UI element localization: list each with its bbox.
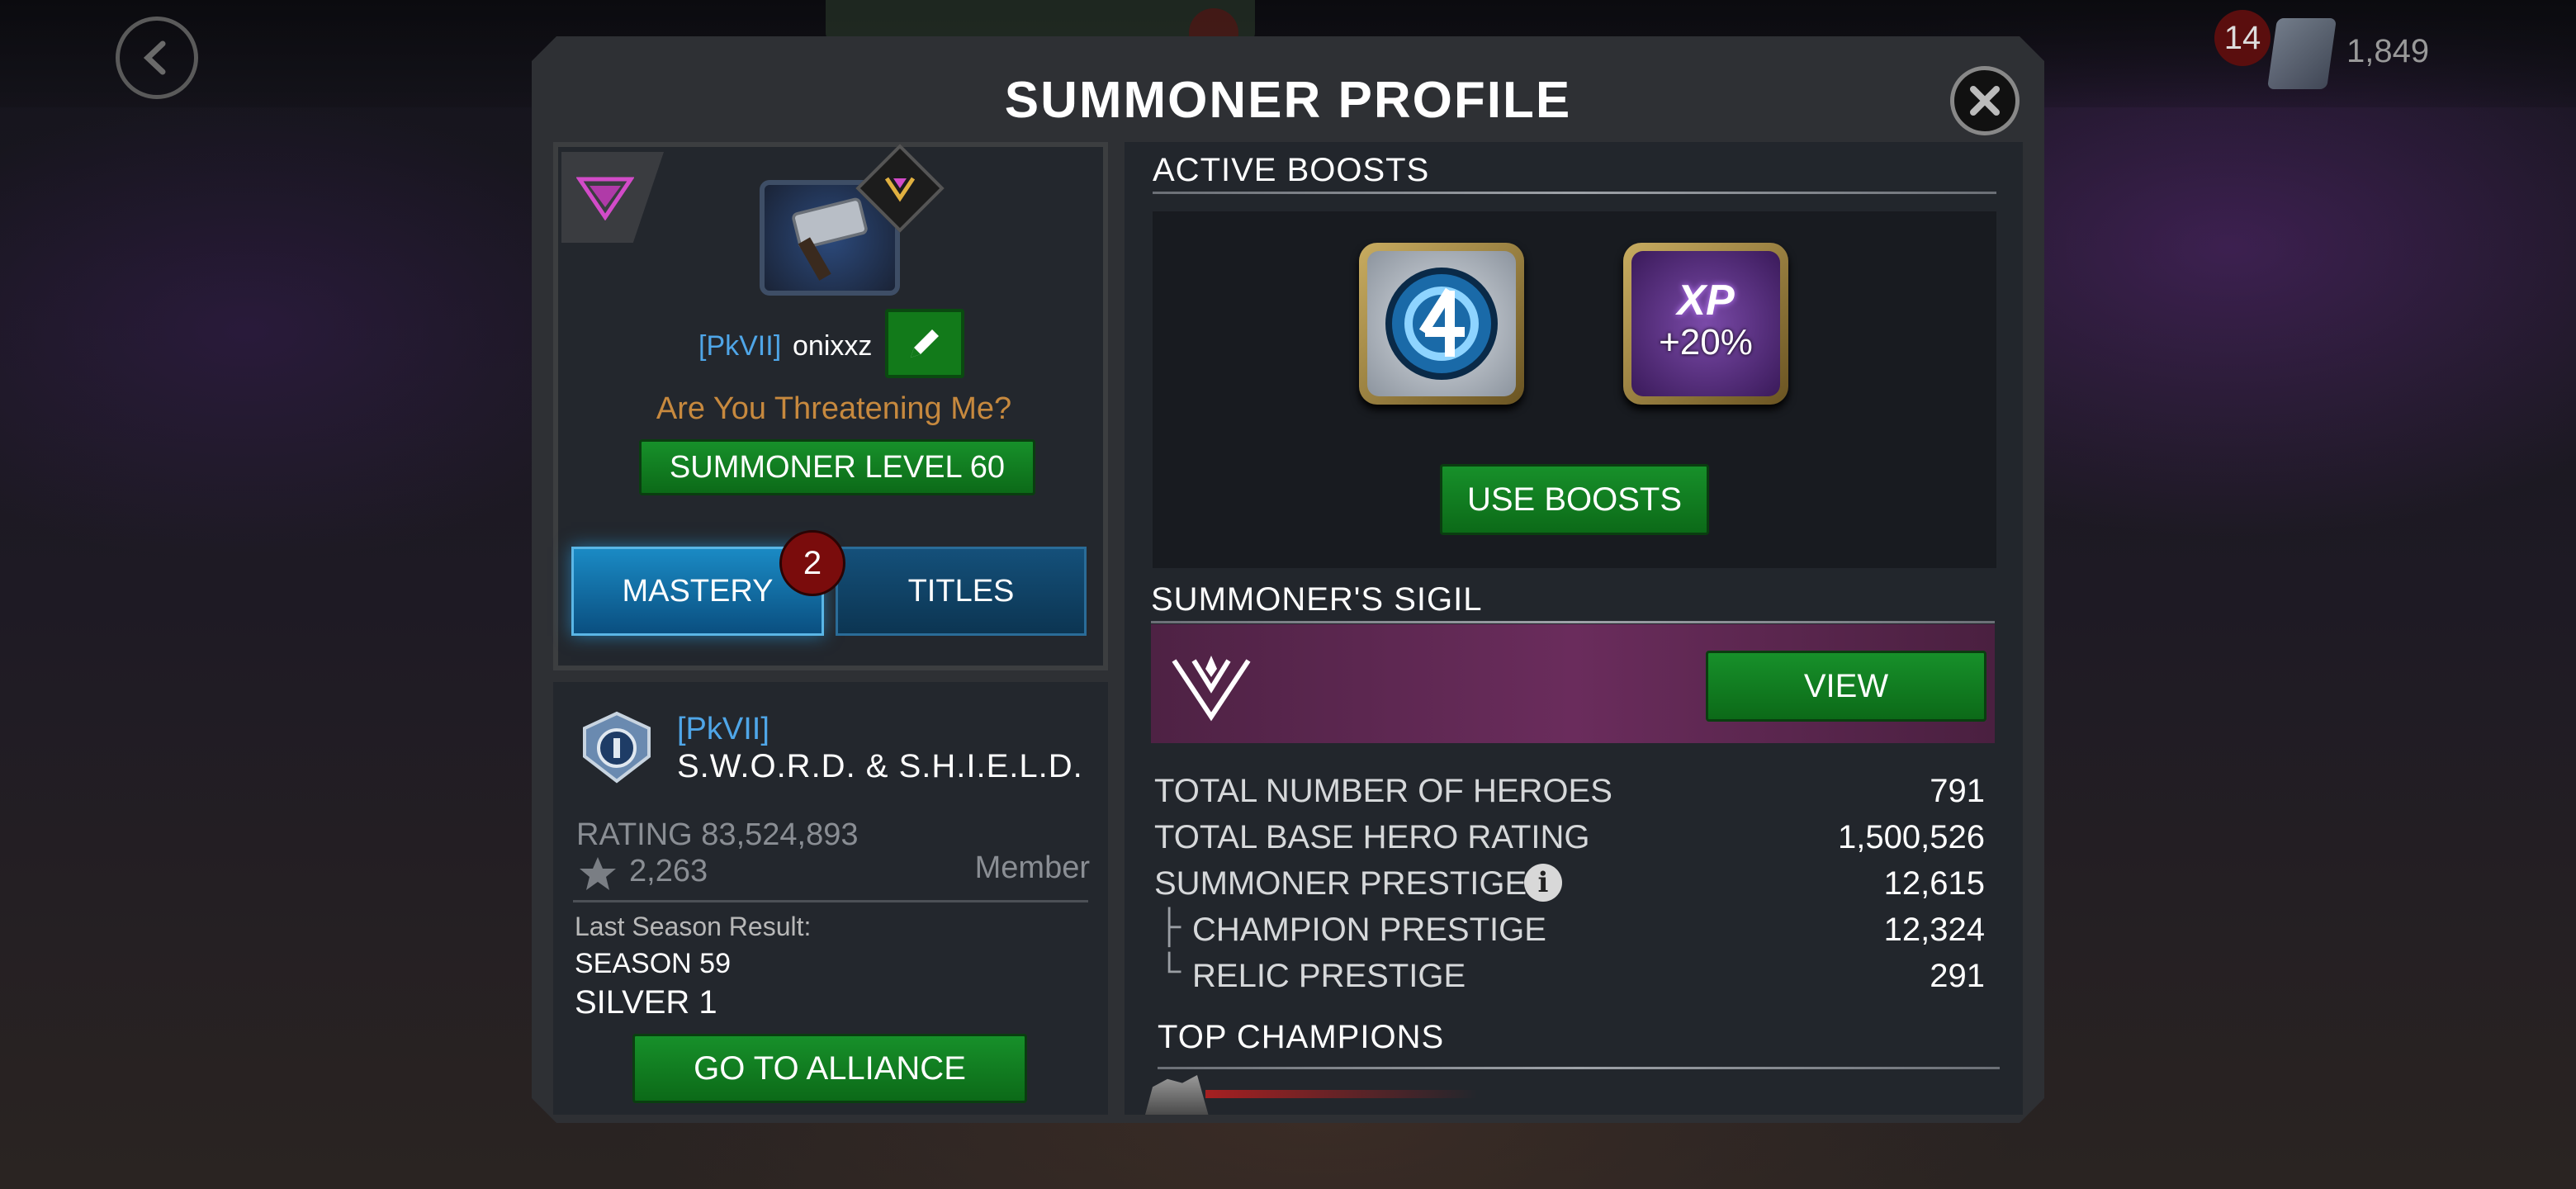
stat-label-summoner-prestige: SUMMONER PRESTIGE (1154, 865, 1527, 902)
stat-value-summoner-prestige: 12,615 (1883, 865, 1985, 902)
stat-value-heroes: 791 (1930, 773, 1985, 809)
stat-label-heroes: TOTAL NUMBER OF HEROES (1154, 773, 1612, 809)
fantastic-four-icon (1385, 268, 1498, 380)
season-rank: SILVER 1 (575, 984, 717, 1021)
last-season-label: Last Season Result: (575, 912, 812, 941)
xp-boost[interactable]: XP +20% (1623, 243, 1788, 405)
units-count: 1,849 (2346, 33, 2430, 69)
profile-alliance-tag: [PkVII] (698, 330, 782, 362)
close-icon (1970, 86, 2000, 116)
season: SEASON 59 (575, 948, 731, 979)
chevron-left-icon (143, 40, 166, 75)
tab-titles[interactable]: TITLES (836, 547, 1087, 636)
sigil-emblem-icon (1166, 652, 1257, 723)
rank-chevron-icon (875, 168, 925, 210)
stat-label-champion-prestige: CHAMPION PRESTIGE (1192, 912, 1546, 948)
stat-label-base-rating: TOTAL BASE HERO RATING (1154, 819, 1590, 855)
sigil-divider (1151, 621, 1995, 623)
tree-end-icon: └ (1158, 953, 1181, 989)
close-button[interactable] (1950, 66, 2020, 135)
player-name: onixxz (793, 330, 873, 362)
alliance-rating: RATING 83,524,893 (576, 817, 859, 852)
stat-value-champion-prestige: 12,324 (1883, 912, 1985, 948)
alliance-tag: [PkVII] (677, 712, 769, 746)
war-rating-icon (576, 855, 619, 892)
war-rating: 2,263 (629, 854, 708, 888)
units-badge: 14 (2214, 10, 2271, 66)
summoner-level-button[interactable]: SUMMONER LEVEL 60 (639, 439, 1035, 495)
stat-value-base-rating: 1,500,526 (1838, 819, 1985, 855)
champion-glow (1205, 1090, 1478, 1098)
units-icon[interactable] (2266, 18, 2337, 89)
xp-boost-percent: +20% (1659, 322, 1753, 362)
info-icon[interactable]: i (1524, 864, 1562, 902)
stat-label-relic-prestige: RELIC PRESTIGE (1192, 958, 1466, 994)
player-title: Are You Threatening Me? (656, 391, 1012, 426)
top-champions-divider (1158, 1067, 2000, 1069)
edit-name-button[interactable] (885, 309, 964, 378)
tree-branch-icon: ├ (1158, 908, 1181, 945)
alliance-emblem-icon (578, 710, 656, 784)
stat-value-relic-prestige: 291 (1930, 958, 1985, 994)
top-champions-header: TOP CHAMPIONS (1158, 1019, 1445, 1055)
mastery-badge: 2 (779, 530, 845, 596)
member-role: Member (974, 850, 1090, 885)
alliance-name: S.W.O.R.D. & S.H.I.E.L.D. (677, 748, 1083, 784)
fantastic-four-boost[interactable] (1359, 243, 1524, 405)
boosts-divider (1153, 192, 1996, 194)
active-boosts-header: ACTIVE BOOSTS (1153, 152, 1430, 188)
use-boosts-button[interactable]: USE BOOSTS (1440, 464, 1709, 535)
summoners-sigil-header: SUMMONER'S SIGIL (1151, 581, 1483, 618)
back-button[interactable] (116, 17, 198, 99)
xp-letters: XP (1677, 277, 1735, 324)
sigil-icon (576, 177, 634, 220)
divider (573, 900, 1088, 902)
modal-title: SUMMONER PROFILE (1004, 72, 1572, 129)
go-to-alliance-button[interactable]: GO TO ALLIANCE (632, 1034, 1027, 1103)
pencil-icon (911, 329, 939, 358)
view-sigil-button[interactable]: VIEW (1706, 651, 1986, 722)
